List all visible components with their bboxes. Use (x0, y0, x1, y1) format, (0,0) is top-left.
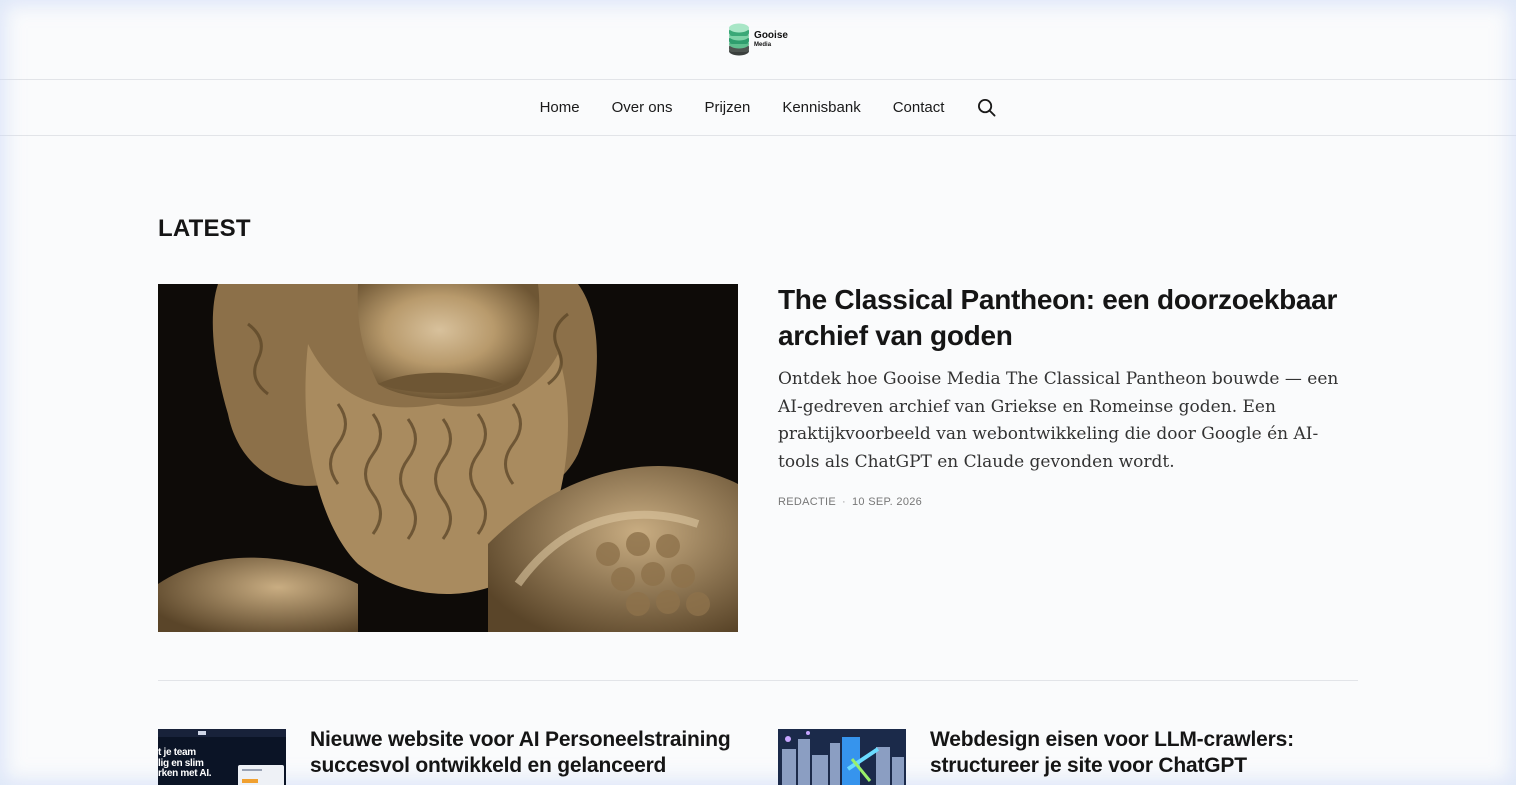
featured-author[interactable]: REDACTIE (778, 496, 836, 508)
featured-excerpt: Ontdek hoe Gooise Media The Classical Pa… (778, 369, 1339, 472)
section-divider (158, 680, 1358, 681)
section-title: LATEST (158, 215, 251, 242)
logo-stack-icon (728, 23, 750, 57)
featured-meta: REDACTIE · 10 SEP. 2026 (778, 496, 1358, 508)
featured-image[interactable] (158, 284, 738, 632)
nav-item-over-ons[interactable]: Over ons (612, 99, 673, 116)
card-thumbnail[interactable] (778, 729, 906, 785)
article-card: t je team lig en slim rken met AI. Nieuw… (158, 727, 740, 785)
featured-date: 10 SEP. 2026 (852, 496, 923, 508)
thumb-text-3: rken met AI. (158, 768, 212, 779)
nav-item-contact[interactable]: Contact (893, 99, 945, 116)
nav-item-prijzen[interactable]: Prijzen (704, 99, 750, 116)
nav-item-kennisbank[interactable]: Kennisbank (782, 99, 860, 116)
logo-line-1: Gooise (754, 30, 788, 41)
meta-separator: · (842, 496, 846, 508)
site-header: Gooise Media (0, 0, 1516, 80)
card-title[interactable]: Webdesign eisen voor LLM-crawlers: struc… (930, 727, 1360, 779)
main-nav: Home Over ons Prijzen Kennisbank Contact (0, 80, 1516, 136)
featured-title[interactable]: The Classical Pantheon: een doorzoekbaar… (778, 282, 1358, 354)
featured-article: The Classical Pantheon: een doorzoekbaar… (778, 282, 1358, 508)
card-thumbnail[interactable]: t je team lig en slim rken met AI. (158, 729, 286, 785)
logo-wordmark: Gooise Media (754, 30, 788, 49)
card-title[interactable]: Nieuwe website voor AI Personeelstrainin… (310, 727, 740, 779)
site-logo[interactable]: Gooise Media (728, 23, 788, 57)
thumb-text-1: t je team (158, 747, 196, 758)
nav-item-home[interactable]: Home (540, 99, 580, 116)
search-icon[interactable] (976, 98, 996, 118)
logo-line-2: Media (754, 42, 772, 48)
article-card: Webdesign eisen voor LLM-crawlers: struc… (778, 727, 1360, 785)
